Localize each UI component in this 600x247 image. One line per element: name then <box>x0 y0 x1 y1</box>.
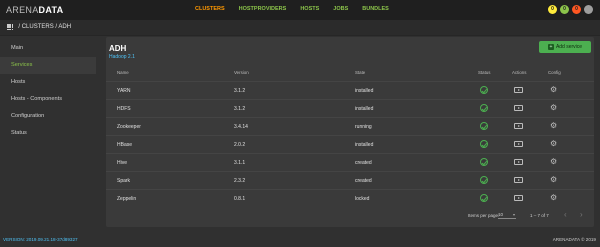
breadcrumb: / CLUSTERS / ADH <box>7 24 71 31</box>
col-state[interactable]: State <box>355 70 365 75</box>
service-name: Spark <box>117 178 131 184</box>
service-version: 0.8.1 <box>234 196 246 202</box>
top-bar: ARENADATA CLUSTERS HOSTPROVIDERS HOSTS J… <box>0 0 600 20</box>
items-per-page-select[interactable]: 10 <box>498 212 516 219</box>
actions-icon[interactable] <box>514 123 523 129</box>
status-ok-icon[interactable] <box>480 86 488 94</box>
service-state: running <box>355 124 372 130</box>
apps-grid-icon[interactable] <box>7 24 14 31</box>
service-state: installed <box>355 142 374 148</box>
config-gear-icon[interactable]: ⚙ <box>550 157 557 167</box>
nav-jobs[interactable]: JOBS <box>333 6 348 12</box>
col-actions: Actions <box>512 70 527 75</box>
service-version: 2.3.2 <box>234 178 246 184</box>
sidebar-item-hosts-components[interactable]: Hosts - Components <box>0 91 96 108</box>
status-badges: 0 0 0 <box>548 5 593 14</box>
add-icon: + <box>547 44 554 50</box>
actions-icon[interactable] <box>514 141 523 147</box>
badge-error[interactable]: 0 <box>572 5 581 14</box>
table-row[interactable]: Zookeeper 3.4.14 running ⚙ <box>106 117 594 134</box>
service-version: 2.0.2 <box>234 142 246 148</box>
col-version[interactable]: Version <box>234 70 249 75</box>
service-state: locked <box>355 196 370 202</box>
logo[interactable]: ARENADATA <box>6 5 63 15</box>
service-name: HBase <box>117 142 133 148</box>
status-ok-icon[interactable] <box>480 104 488 112</box>
service-version: 3.4.14 <box>234 124 248 130</box>
next-page-icon[interactable]: › <box>580 210 583 219</box>
bundle-link[interactable]: Hadoop 2.1 <box>109 54 135 60</box>
main-nav: CLUSTERS HOSTPROVIDERS HOSTS JOBS BUNDLE… <box>195 6 403 12</box>
service-name: HDFS <box>117 106 131 112</box>
nav-bundles[interactable]: BUNDLES <box>362 6 389 12</box>
table-row[interactable]: HDFS 3.1.2 installed ⚙ <box>106 99 594 116</box>
add-service-button[interactable]: + Add service <box>539 41 591 53</box>
table-header: Name Version State Status Actions Config <box>106 70 594 79</box>
actions-icon[interactable] <box>514 87 523 93</box>
actions-icon[interactable] <box>514 177 523 183</box>
actions-icon[interactable] <box>514 105 523 111</box>
service-name: Zookeeper <box>117 124 141 130</box>
status-ok-icon[interactable] <box>480 176 488 184</box>
sidebar-item-services[interactable]: Services <box>0 57 96 74</box>
add-service-label: Add service <box>555 44 583 50</box>
sidebar-item-status[interactable]: Status <box>0 125 96 142</box>
sidebar-item-main[interactable]: Main <box>0 40 96 57</box>
col-status: Status <box>478 70 491 75</box>
service-name: Hive <box>117 160 128 166</box>
col-name[interactable]: Name <box>117 70 129 75</box>
version-text: VERSION: 2019.09.21.18-37d89327 <box>3 237 78 242</box>
config-gear-icon[interactable]: ⚙ <box>550 175 557 185</box>
page-range: 1 – 7 of 7 <box>530 213 549 218</box>
status-ok-icon[interactable] <box>480 194 488 202</box>
config-gear-icon[interactable]: ⚙ <box>550 85 557 95</box>
status-ok-icon[interactable] <box>480 122 488 130</box>
sidebar: Main Services Hosts Hosts - Components C… <box>0 40 96 142</box>
col-config: Config <box>548 70 561 75</box>
nav-hostproviders[interactable]: HOSTPROVIDERS <box>239 6 287 12</box>
service-name: Zeppelin <box>117 196 137 202</box>
service-version: 3.1.2 <box>234 88 246 94</box>
service-state: installed <box>355 88 374 94</box>
badge-success[interactable]: 0 <box>560 5 569 14</box>
badge-warning[interactable]: 0 <box>548 5 557 14</box>
breadcrumb-text[interactable]: / CLUSTERS / ADH <box>18 24 71 30</box>
service-name: YARN <box>117 88 131 94</box>
table-row[interactable]: YARN 3.1.2 installed ⚙ <box>106 81 594 98</box>
prev-page-icon[interactable]: ‹ <box>564 210 567 219</box>
service-state: created <box>355 160 372 166</box>
status-ok-icon[interactable] <box>480 140 488 148</box>
actions-icon[interactable] <box>514 195 523 201</box>
sidebar-item-configuration[interactable]: Configuration <box>0 108 96 125</box>
actions-icon[interactable] <box>514 159 523 165</box>
service-version: 3.1.1 <box>234 160 246 166</box>
table-row[interactable]: Spark 2.3.2 created ⚙ <box>106 171 594 188</box>
service-state: created <box>355 178 372 184</box>
service-version: 3.1.2 <box>234 106 246 112</box>
paginator: Items per page: 10 1 – 7 of 7 ‹ › <box>106 210 594 222</box>
service-state: installed <box>355 106 374 112</box>
sidebar-item-hosts[interactable]: Hosts <box>0 74 96 91</box>
table-row[interactable]: HBase 2.0.2 installed ⚙ <box>106 135 594 152</box>
table-row[interactable]: Hive 3.1.1 created ⚙ <box>106 153 594 170</box>
config-gear-icon[interactable]: ⚙ <box>550 103 557 113</box>
breadcrumb-bar: / CLUSTERS / ADH <box>0 20 600 36</box>
status-ok-icon[interactable] <box>480 158 488 166</box>
config-gear-icon[interactable]: ⚙ <box>550 139 557 149</box>
services-panel: ADH Hadoop 2.1 + Add service Name Versio… <box>106 37 594 227</box>
nav-clusters[interactable]: CLUSTERS <box>195 6 225 12</box>
nav-hosts[interactable]: HOSTS <box>300 6 319 12</box>
page-title: ADH <box>109 44 127 53</box>
copyright-text: ARENADATA © 2019 <box>552 237 596 242</box>
config-gear-icon[interactable]: ⚙ <box>550 193 557 203</box>
items-per-page-label: Items per page: <box>468 213 500 218</box>
config-gear-icon[interactable]: ⚙ <box>550 121 557 131</box>
user-menu-icon[interactable] <box>584 5 593 14</box>
table-row[interactable]: Zeppelin 0.8.1 locked ⚙ <box>106 189 594 206</box>
